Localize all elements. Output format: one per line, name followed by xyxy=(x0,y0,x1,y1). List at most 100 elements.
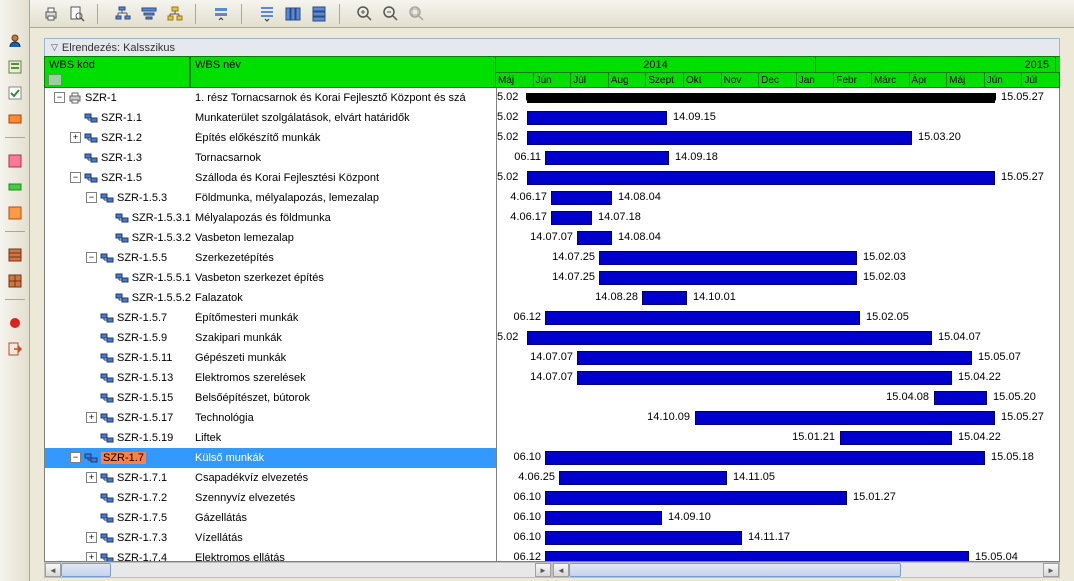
scroll-left-arrow[interactable]: ◄ xyxy=(553,563,569,577)
wbs-row[interactable]: SZR-1.5.3.1Mélyalapozás és földmunka xyxy=(45,208,496,228)
wbs-row[interactable]: −SZR-11. rész Tornacsarnok és Korai Fejl… xyxy=(45,88,496,108)
expand-icon[interactable]: + xyxy=(86,472,97,483)
gantt-bar[interactable] xyxy=(840,431,952,445)
zoom-fit-button[interactable] xyxy=(406,3,428,25)
gantt-bar[interactable] xyxy=(551,191,612,205)
gantt-bar[interactable] xyxy=(545,451,985,465)
layout-bar[interactable]: ▽ Elrendezés: Kalsszikus xyxy=(44,38,1060,56)
network-button[interactable] xyxy=(164,3,186,25)
print-button[interactable] xyxy=(40,3,62,25)
wbs-tree-pane[interactable]: −SZR-11. rész Tornacsarnok és Korai Fejl… xyxy=(45,88,497,561)
gantt-bar[interactable] xyxy=(527,93,995,103)
left-scrollbar[interactable]: ◄ ► xyxy=(44,562,552,578)
side-btn-green[interactable] xyxy=(4,176,26,198)
bar-end-label: 14.07.18 xyxy=(598,211,641,223)
expand-icon[interactable]: + xyxy=(70,132,81,143)
month-header: Júl xyxy=(1022,73,1060,87)
wbs-row[interactable]: SZR-1.7.2Szennyvíz elvezetés xyxy=(45,488,496,508)
side-btn-pink[interactable] xyxy=(4,150,26,172)
gantt-bar[interactable] xyxy=(527,331,932,345)
timeline-header[interactable]: 20142015 MájJúnJúlAugSzeptOktNovDecJanFe… xyxy=(496,56,1060,88)
gantt-bar[interactable] xyxy=(642,291,687,305)
gantt-bar[interactable] xyxy=(559,471,727,485)
expand-icon[interactable]: + xyxy=(86,412,97,423)
collapse-icon[interactable]: − xyxy=(70,452,81,463)
wbs-row[interactable]: SZR-1.5.19Liftek xyxy=(45,428,496,448)
gantt-bar[interactable] xyxy=(545,151,669,165)
compress-button[interactable] xyxy=(138,3,160,25)
gantt-bar[interactable] xyxy=(545,551,969,561)
wbs-row[interactable]: SZR-1.5.15Belsőépítészet, bútorok xyxy=(45,388,496,408)
wbs-row[interactable]: +SZR-1.7.3Vízellátás xyxy=(45,528,496,548)
wbs-row[interactable]: SZR-1.5.7Építőmesteri munkák xyxy=(45,308,496,328)
header-wbs-code[interactable]: WBS kód xyxy=(44,56,190,88)
wbs-row[interactable]: +SZR-1.5.17Technológia xyxy=(45,408,496,428)
gantt-bar[interactable] xyxy=(545,511,662,525)
columns-button[interactable] xyxy=(282,3,304,25)
wbs-row[interactable]: −SZR-1.7Külső munkák xyxy=(45,448,496,468)
gantt-bar[interactable] xyxy=(545,491,847,505)
expand-icon[interactable]: + xyxy=(86,532,97,543)
filter-icon[interactable] xyxy=(48,74,62,86)
collapse-icon[interactable]: − xyxy=(70,172,81,183)
wbs-row[interactable]: SZR-1.3Tornacsarnok xyxy=(45,148,496,168)
collapse-button[interactable] xyxy=(210,3,232,25)
collapse-icon[interactable]: − xyxy=(86,252,97,263)
wbs-row[interactable]: SZR-1.5.5.2Falazatok xyxy=(45,288,496,308)
gantt-bar[interactable] xyxy=(551,211,592,225)
wbs-row[interactable]: SZR-1.5.9Szakipari munkák xyxy=(45,328,496,348)
level-button[interactable] xyxy=(112,3,134,25)
side-btn-record[interactable] xyxy=(4,312,26,334)
gantt-bar[interactable] xyxy=(577,371,952,385)
wbs-row[interactable]: SZR-1.5.3.2Vasbeton lemezalap xyxy=(45,228,496,248)
header-wbs-name[interactable]: WBS név xyxy=(190,56,496,88)
gantt-bar[interactable] xyxy=(934,391,987,405)
expand-spacer xyxy=(86,512,97,523)
gantt-bar[interactable] xyxy=(545,311,860,325)
expand-spacer xyxy=(70,112,81,123)
rows-button[interactable] xyxy=(308,3,330,25)
gantt-bar[interactable] xyxy=(545,531,742,545)
wbs-row[interactable]: +SZR-1.2Építés előkészítő munkák xyxy=(45,128,496,148)
expand-down-button[interactable] xyxy=(256,3,278,25)
side-btn-grid[interactable] xyxy=(4,270,26,292)
gantt-bar[interactable] xyxy=(527,111,667,125)
scroll-right-arrow[interactable]: ► xyxy=(535,563,551,577)
wbs-row[interactable]: −SZR-1.5.5Szerkezetépítés xyxy=(45,248,496,268)
side-btn-exit[interactable] xyxy=(4,338,26,360)
wbs-row[interactable]: SZR-1.1Munkaterület szolgálatások, elvár… xyxy=(45,108,496,128)
gantt-bar[interactable] xyxy=(527,131,912,145)
gantt-bar[interactable] xyxy=(527,171,995,185)
wbs-row[interactable]: SZR-1.5.11Gépészeti munkák xyxy=(45,348,496,368)
scroll-left-arrow[interactable]: ◄ xyxy=(45,563,61,577)
wbs-row[interactable]: SZR-1.7.5Gázellátás xyxy=(45,508,496,528)
side-btn-user[interactable] xyxy=(4,30,26,52)
collapse-icon[interactable]: − xyxy=(54,92,65,103)
gantt-bar[interactable] xyxy=(695,411,995,425)
gantt-bar[interactable] xyxy=(599,271,857,285)
zoom-in-button[interactable] xyxy=(354,3,376,25)
scroll-thumb[interactable] xyxy=(569,563,901,577)
wbs-row[interactable]: −SZR-1.5.3Földmunka, mélyalapozás, lemez… xyxy=(45,188,496,208)
side-btn-layers[interactable] xyxy=(4,56,26,78)
wbs-row[interactable]: −SZR-1.5Szálloda és Korai Fejlesztési Kö… xyxy=(45,168,496,188)
wbs-row[interactable]: SZR-1.5.5.1Vasbeton szerkezet építés xyxy=(45,268,496,288)
wbs-row[interactable]: +SZR-1.7.1Csapadékvíz elvezetés xyxy=(45,468,496,488)
side-btn-orange[interactable] xyxy=(4,108,26,130)
gantt-bar[interactable] xyxy=(577,231,612,245)
zoom-out-button[interactable] xyxy=(380,3,402,25)
expand-icon[interactable]: + xyxy=(86,552,97,561)
gantt-bar[interactable] xyxy=(599,251,857,265)
wbs-row[interactable]: SZR-1.5.13Elektromos szerelések xyxy=(45,368,496,388)
right-scrollbar[interactable]: ◄ ► xyxy=(552,562,1060,578)
side-btn-check[interactable] xyxy=(4,82,26,104)
scroll-thumb[interactable] xyxy=(61,563,111,577)
side-btn-table[interactable] xyxy=(4,244,26,266)
collapse-icon[interactable]: − xyxy=(86,192,97,203)
side-btn-orange2[interactable] xyxy=(4,202,26,224)
wbs-row[interactable]: +SZR-1.7.4Elektromos ellátás xyxy=(45,548,496,561)
gantt-pane[interactable]: 5.0215.05.275.0214.09.155.0215.03.2006.1… xyxy=(497,88,1059,561)
preview-button[interactable] xyxy=(66,3,88,25)
scroll-right-arrow[interactable]: ► xyxy=(1043,563,1059,577)
gantt-bar[interactable] xyxy=(577,351,972,365)
